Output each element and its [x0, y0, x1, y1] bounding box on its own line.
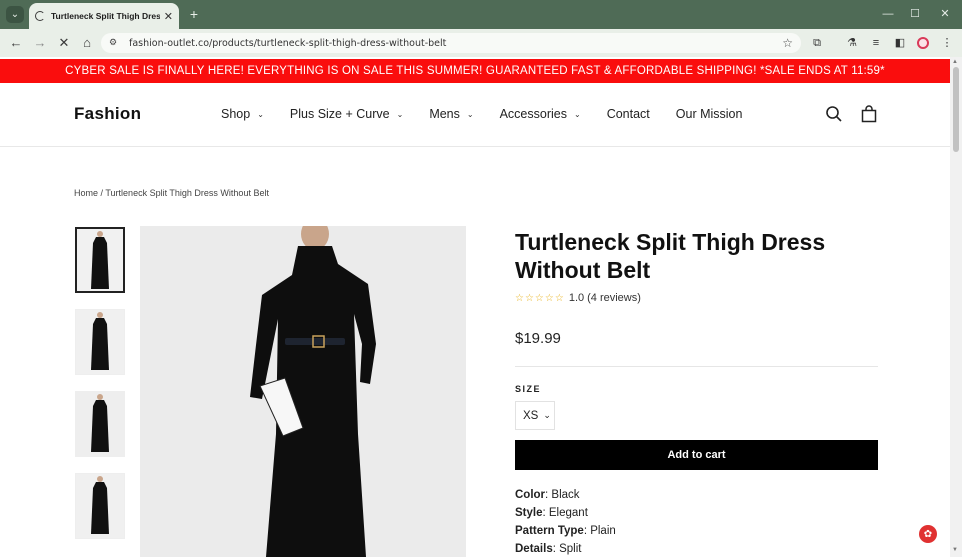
spec-key: Pattern Type — [515, 525, 584, 537]
dress-thumbnail-image — [77, 229, 123, 291]
review-count: (4 reviews) — [587, 292, 641, 304]
breadcrumb: Home / Turtleneck Split Thigh Dress With… — [74, 188, 269, 198]
nav-label: Accessories — [499, 107, 567, 121]
chevron-down-icon: ⌄ — [543, 410, 551, 420]
dress-thumbnail-image — [76, 392, 124, 456]
home-button[interactable]: ⌂ — [79, 35, 95, 51]
nav-label: Shop — [221, 107, 251, 121]
nav-shop[interactable]: Shop ⌄ — [221, 107, 264, 121]
chevron-down-icon: ⌄ — [396, 109, 404, 119]
nav-label: Our Mission — [675, 107, 743, 121]
product-thumbnail[interactable] — [75, 391, 125, 457]
size-value: XS — [523, 409, 539, 422]
scrollbar-thumb[interactable] — [953, 67, 959, 152]
browser-toolbar: ← → ✕ ⌂ ⚙ fashion-outlet.co/products/tur… — [0, 29, 962, 57]
maximize-button[interactable]: ☐ — [907, 6, 923, 22]
labs-flask-icon[interactable]: ⚗ — [845, 36, 859, 50]
profile-avatar[interactable] — [917, 37, 929, 49]
nav-contact[interactable]: Contact — [607, 107, 650, 121]
scroll-down-arrow-icon[interactable]: ▼ — [952, 547, 958, 553]
spec-key: Color — [515, 489, 546, 501]
nav-label: Mens — [429, 107, 460, 121]
stop-loading-button[interactable]: ✕ — [56, 35, 72, 51]
loading-spinner-icon — [35, 11, 45, 21]
product-thumbnail[interactable] — [75, 309, 125, 375]
size-select[interactable]: XS ⌄ — [515, 401, 555, 430]
site-info-icon[interactable]: ⚙ — [109, 37, 121, 49]
chat-widget-icon[interactable]: ✿ — [919, 525, 937, 543]
spec-value: Elegant — [548, 507, 588, 519]
spec-value: Plain — [590, 525, 616, 537]
chevron-down-icon: ⌄ — [466, 109, 474, 119]
spec-pattern-type: Pattern Type: Plain — [515, 525, 616, 537]
new-tab-button[interactable]: + — [187, 6, 201, 22]
spec-value: Black — [551, 489, 580, 501]
address-bar[interactable]: ⚙ fashion-outlet.co/products/turtleneck-… — [101, 33, 801, 53]
nav-label: Plus Size + Curve — [289, 107, 390, 121]
back-button[interactable]: ← — [8, 35, 24, 51]
product-thumbnail[interactable] — [75, 473, 125, 539]
close-tab-icon[interactable]: ✕ — [164, 10, 173, 23]
spec-style: Style: Elegant — [515, 507, 588, 519]
forward-button[interactable]: → — [32, 35, 48, 51]
promo-banner: CYBER SALE IS FINALLY HERE! EVERYTHING I… — [0, 59, 950, 83]
side-panel-icon[interactable]: ◧ — [893, 36, 907, 50]
dress-thumbnail-image — [76, 310, 124, 374]
chevron-down-icon: ⌄ — [573, 109, 581, 119]
active-tab[interactable]: Turtleneck Split Thigh Dress W ✕ — [29, 3, 179, 29]
more-menu-icon[interactable]: ⋮ — [940, 36, 954, 50]
size-label: SIZE — [515, 384, 542, 394]
nav-plus-size[interactable]: Plus Size + Curve ⌄ — [290, 107, 403, 121]
minimize-button[interactable]: — — [880, 6, 896, 22]
site-logo[interactable]: Fashion — [74, 104, 141, 124]
nav-accessories[interactable]: Accessories ⌄ — [500, 107, 581, 121]
search-icon[interactable] — [825, 105, 843, 123]
spec-value: Split — [559, 543, 582, 555]
cart-bag-icon[interactable] — [860, 105, 878, 123]
nav-mens[interactable]: Mens ⌄ — [429, 107, 473, 121]
breadcrumb-home[interactable]: Home — [74, 188, 98, 198]
main-product-image[interactable] — [140, 226, 466, 557]
spec-details: Details: Split — [515, 543, 582, 555]
product-title: Turtleneck Split Thigh Dress Without Bel… — [515, 229, 826, 283]
rating-row[interactable]: ☆☆☆☆☆ 1.0 (4 reviews) — [515, 292, 641, 304]
spec-color: Color: Black — [515, 489, 580, 501]
extensions-icon[interactable]: ⧉ — [810, 36, 824, 50]
divider — [515, 366, 878, 367]
reading-list-icon[interactable]: ≡ — [869, 36, 883, 50]
tab-title: Turtleneck Split Thigh Dress W — [51, 11, 160, 21]
rating-value: 1.0 — [568, 292, 585, 304]
dress-thumbnail-image — [76, 474, 124, 538]
nav-our-mission[interactable]: Our Mission — [676, 107, 743, 121]
dress-photo — [140, 226, 466, 557]
bookmark-star-icon[interactable]: ☆ — [782, 36, 793, 50]
spec-key: Details — [515, 543, 553, 555]
breadcrumb-separator: / — [100, 188, 104, 198]
scroll-up-arrow-icon[interactable]: ▲ — [952, 59, 958, 65]
breadcrumb-current: Turtleneck Split Thigh Dress Without Bel… — [105, 188, 269, 198]
rating-stars-icon: ☆☆☆☆☆ — [515, 292, 565, 304]
tab-strip: ⌄ Turtleneck Split Thigh Dress W ✕ + — ☐… — [0, 0, 962, 29]
site-header: Fashion Shop ⌄ Plus Size + Curve ⌄ Mens … — [0, 83, 950, 147]
nav-label: Contact — [606, 107, 650, 121]
add-to-cart-button[interactable]: Add to cart — [515, 440, 878, 470]
chevron-down-icon: ⌄ — [257, 109, 264, 119]
spec-key: Style — [515, 507, 543, 519]
close-window-button[interactable]: ✕ — [937, 6, 953, 22]
tab-search-button[interactable]: ⌄ — [6, 6, 24, 23]
web-page: CYBER SALE IS FINALLY HERE! EVERYTHING I… — [0, 57, 950, 557]
url-text: fashion-outlet.co/products/turtleneck-sp… — [129, 37, 447, 49]
product-thumbnail[interactable] — [75, 227, 125, 293]
product-price: $19.99 — [515, 330, 561, 347]
main-nav: Shop ⌄ Plus Size + Curve ⌄ Mens ⌄ Access… — [221, 107, 768, 121]
